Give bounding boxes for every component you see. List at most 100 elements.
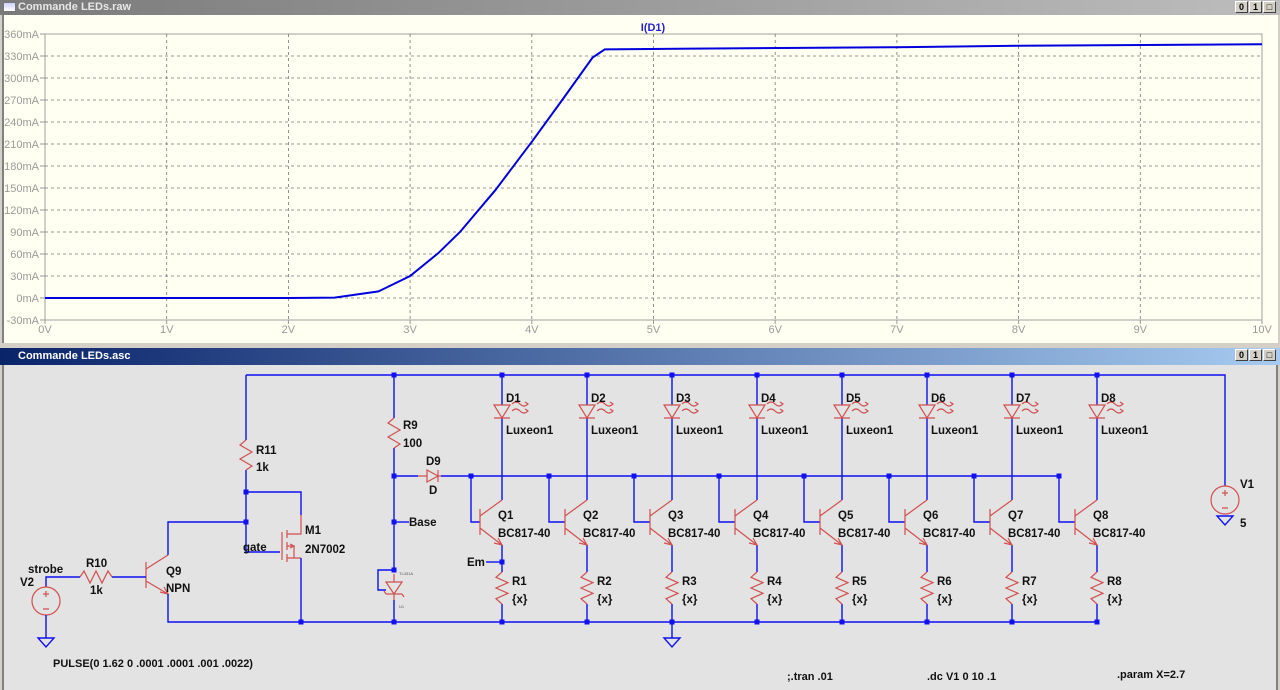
base-net-label: Base bbox=[409, 517, 437, 529]
r9-value: 100 bbox=[403, 438, 422, 450]
led-label: D6 bbox=[931, 393, 946, 405]
junction-dot bbox=[391, 473, 397, 479]
resistor-value: {x} bbox=[937, 594, 953, 606]
u1-model-label: TL431A bbox=[399, 571, 413, 576]
channel-wires bbox=[803, 375, 843, 622]
resistor-value: {x} bbox=[597, 594, 613, 606]
led-model: Luxeon1 bbox=[1101, 425, 1149, 437]
led-label: D8 bbox=[1101, 393, 1116, 405]
led-channel-1: D1 Luxeon1 Q1 BC817-40 R1 {x} bbox=[470, 375, 554, 622]
r9-label: R9 bbox=[403, 420, 418, 432]
transistor-label: Q6 bbox=[923, 510, 938, 522]
transistor-model: BC817-40 bbox=[838, 528, 890, 540]
resistor-label: R4 bbox=[767, 576, 782, 588]
transistor-label: Q5 bbox=[838, 510, 854, 522]
led-channel-2: D2 Luxeon1 Q2 BC817-40 R2 {x} bbox=[548, 375, 639, 622]
junction-dot bbox=[1009, 619, 1015, 625]
junction-dot bbox=[971, 473, 977, 479]
r11-resistor[interactable] bbox=[238, 439, 254, 471]
resistor-value: {x} bbox=[1022, 594, 1038, 606]
transistor-model: BC817-40 bbox=[923, 528, 975, 540]
channel-wires bbox=[548, 375, 588, 622]
transistor-label: Q1 bbox=[498, 510, 514, 522]
junction-dot bbox=[839, 372, 845, 378]
d9-model: D bbox=[429, 485, 437, 497]
junction-dot bbox=[1094, 372, 1100, 378]
led-label: D5 bbox=[846, 393, 861, 405]
junction-dot bbox=[631, 473, 637, 479]
junction-dot bbox=[1094, 619, 1100, 625]
junction-dot bbox=[924, 372, 930, 378]
junction-dot bbox=[546, 473, 552, 479]
tran-directive[interactable]: ;.tran .01 bbox=[787, 671, 833, 683]
junction-dot bbox=[243, 489, 249, 495]
v2-voltage-source[interactable] bbox=[31, 586, 61, 616]
emitter-resistor[interactable] bbox=[919, 571, 935, 605]
v1-voltage-source[interactable] bbox=[1210, 485, 1240, 515]
led-channel-7: D7 Luxeon1 Q7 BC817-40 R7 {x} bbox=[973, 375, 1064, 622]
gate-net-label: gate bbox=[243, 542, 267, 554]
resistor-value: {x} bbox=[852, 594, 868, 606]
led-label: D4 bbox=[761, 393, 776, 405]
v1-label: V1 bbox=[1240, 479, 1255, 491]
transistor-model: BC817-40 bbox=[753, 528, 805, 540]
resistor-value: {x} bbox=[767, 594, 783, 606]
junction-dot bbox=[1056, 473, 1062, 479]
led-model: Luxeon1 bbox=[506, 425, 554, 437]
resistor-label: R1 bbox=[512, 576, 527, 588]
emitter-resistor[interactable] bbox=[749, 571, 765, 605]
junction-dot bbox=[298, 619, 304, 625]
junction-dot bbox=[584, 372, 590, 378]
emitter-resistor[interactable] bbox=[579, 571, 595, 605]
d9-label: D9 bbox=[426, 456, 441, 468]
m1-mosfet[interactable] bbox=[281, 515, 302, 562]
led-channel-8: D8 Luxeon1 Q8 BC817-40 R8 {x} bbox=[1058, 375, 1149, 622]
transistor-label: Q8 bbox=[1093, 510, 1109, 522]
top-rail-wire bbox=[246, 374, 1226, 486]
junction-dot bbox=[669, 372, 675, 378]
r10-resistor[interactable] bbox=[79, 569, 113, 585]
emitter-resistor[interactable] bbox=[664, 571, 680, 605]
resistor-value: {x} bbox=[512, 594, 528, 606]
resistor-value: {x} bbox=[1107, 594, 1123, 606]
r11-label: R11 bbox=[256, 445, 277, 457]
channel-wires bbox=[888, 375, 928, 622]
led-label: D1 bbox=[506, 393, 521, 405]
u1-shunt-regulator[interactable] bbox=[383, 574, 405, 600]
transistor-label: Q2 bbox=[583, 510, 598, 522]
emitter-resistor[interactable] bbox=[834, 571, 850, 605]
d9-diode[interactable] bbox=[418, 468, 441, 484]
transistor-model: BC817-40 bbox=[1008, 528, 1060, 540]
v1-ground bbox=[1215, 515, 1235, 527]
led-channel-4: D4 Luxeon1 Q4 BC817-40 R4 {x} bbox=[718, 375, 809, 622]
led-model: Luxeon1 bbox=[1016, 425, 1064, 437]
junction-dot bbox=[584, 619, 590, 625]
transistor-model: BC817-40 bbox=[583, 528, 635, 540]
v1-value: 5 bbox=[1240, 518, 1247, 530]
resistor-label: R3 bbox=[682, 576, 697, 588]
junction-dot bbox=[499, 619, 505, 625]
q9-transistor[interactable] bbox=[145, 554, 170, 595]
q9-label: Q9 bbox=[166, 566, 181, 578]
led-label: D7 bbox=[1016, 393, 1031, 405]
ground-symbol bbox=[662, 622, 682, 649]
junction-dot bbox=[1009, 372, 1015, 378]
junction-dot bbox=[886, 473, 892, 479]
r9-resistor[interactable] bbox=[386, 417, 402, 449]
param-directive[interactable]: .param X=2.7 bbox=[1117, 669, 1185, 681]
resistor-label: R2 bbox=[597, 576, 612, 588]
junction-dot bbox=[754, 372, 760, 378]
led-model: Luxeon1 bbox=[761, 425, 809, 437]
dc-directive[interactable]: .dc V1 0 10 .1 bbox=[927, 671, 996, 683]
led-model: Luxeon1 bbox=[676, 425, 724, 437]
junction-dot bbox=[924, 619, 930, 625]
emitter-resistor[interactable] bbox=[494, 571, 510, 605]
junction-dot bbox=[243, 519, 249, 525]
emitter-resistor[interactable] bbox=[1089, 571, 1105, 605]
pulse-directive[interactable]: PULSE(0 1.62 0 .0001 .0001 .001 .0022) bbox=[53, 658, 253, 670]
led-channel-3: D3 Luxeon1 Q3 BC817-40 R3 {x} bbox=[633, 375, 724, 622]
emitter-resistor[interactable] bbox=[1004, 571, 1020, 605]
resistor-label: R8 bbox=[1107, 576, 1122, 588]
channel-wires bbox=[1058, 375, 1098, 622]
q9-model: NPN bbox=[166, 583, 190, 595]
